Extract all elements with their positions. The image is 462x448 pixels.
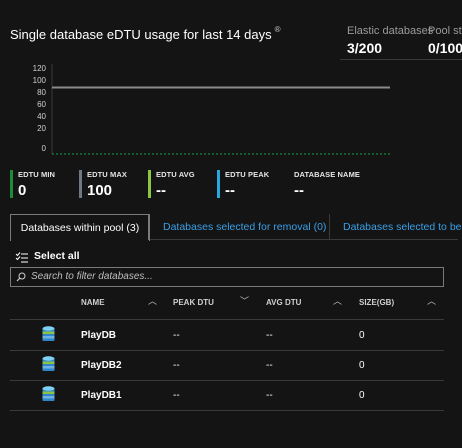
column-header-size-gb[interactable]: SIZE(GB) [359,298,394,307]
peak-dtu-value: -- [173,360,180,371]
table-row[interactable]: PlayDB2 -- -- 0 [10,350,444,381]
sort-icon[interactable]: ︿ [333,294,342,307]
tab-databases-selected-to-be-added[interactable]: Databases selected to be ad [343,214,462,240]
tab-separator [148,214,149,240]
size-value: 0 [359,390,365,401]
sort-icon[interactable]: ︿ [148,294,157,307]
tab-databases-selected-for-removal[interactable]: Databases selected for removal (0) [163,214,326,240]
pool-storage-value: 0/100 [428,40,462,56]
database-icon [42,386,55,401]
elastic-databases-label: Elastic databases [347,25,434,37]
size-value: 0 [359,360,365,371]
search-icon [16,272,26,282]
peak-dtu-value: -- [173,330,180,341]
avg-dtu-value: -- [266,330,273,341]
metric-edtu-max: EDTU MAX 100 [79,170,127,199]
column-header-avg-dtu[interactable]: AVG DTU [266,298,301,307]
search-placeholder: Search to filter databases... [31,271,153,282]
size-value: 0 [359,330,365,341]
info-icon[interactable]: ® [275,25,281,34]
y-tick-label: 40 [37,112,46,121]
metric-edtu-min: EDTU MIN 0 [10,170,55,199]
database-icon [42,326,55,341]
select-all-icon [15,252,28,263]
search-input[interactable]: Search to filter databases... [10,267,444,287]
y-tick-label: 120 [32,64,46,73]
sort-icon[interactable]: ︿ [427,294,436,307]
database-name: PlayDB [81,330,117,341]
usage-chart [51,64,390,155]
database-name: PlayDB2 [81,360,122,371]
metric-database-name: DATABASE NAME -- [294,170,361,199]
y-tick-label: 20 [37,124,46,133]
select-all-label: Select all [34,250,80,262]
y-tick-label: 0 [41,144,46,153]
database-name: PlayDB1 [81,390,122,401]
database-icon [42,356,55,371]
avg-dtu-value: -- [266,360,273,371]
chart-title: Single database eDTU usage for last 14 d… [10,25,281,42]
elastic-databases-value: 3/200 [347,40,383,56]
y-tick-label: 80 [37,88,46,97]
sort-icon[interactable]: ﹀ [240,294,249,307]
pool-storage-label: Pool sto [428,25,462,37]
column-header-peak-dtu[interactable]: PEAK DTU [173,298,214,307]
avg-dtu-value: -- [266,390,273,401]
tab-separator [329,214,330,240]
tab-databases-within-pool[interactable]: Databases within pool (3) [10,214,150,241]
metric-edtu-peak: EDTU PEAK -- [217,170,269,199]
y-tick-label: 60 [37,100,46,109]
column-header-name[interactable]: NAME [81,298,105,307]
metric-edtu-avg: EDTU AVG -- [148,170,195,199]
y-tick-label: 100 [32,76,46,85]
table-row[interactable]: PlayDB1 -- -- 0 [10,380,444,411]
table-row[interactable]: PlayDB -- -- 0 [10,320,444,351]
peak-dtu-value: -- [173,390,180,401]
